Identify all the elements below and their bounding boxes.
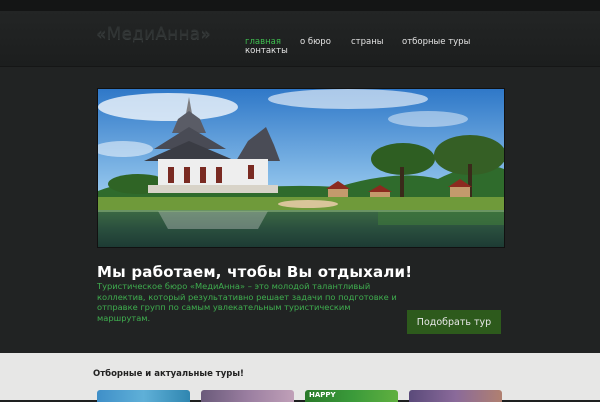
tours-section: Отборные и актуальные туры! HAPPY bbox=[0, 353, 600, 402]
site-header: «МедиАнна» главная о бюро страны отборны… bbox=[0, 11, 600, 67]
find-tour-button[interactable]: Подобрать тур bbox=[407, 310, 501, 334]
nav-item-countries[interactable]: страны bbox=[351, 37, 384, 47]
top-strip bbox=[0, 0, 600, 11]
tour-thumb-beach[interactable] bbox=[97, 390, 190, 402]
nav-item-about[interactable]: о бюро bbox=[300, 37, 331, 47]
main-content: Мы работаем, чтобы Вы отдыхали! Туристич… bbox=[0, 67, 600, 353]
main-nav: главная о бюро страны отборные туры конт… bbox=[0, 11, 600, 66]
tour-thumb-happy[interactable]: HAPPY bbox=[305, 390, 398, 402]
hero-image bbox=[97, 88, 505, 248]
nav-item-tours[interactable]: отборные туры bbox=[402, 37, 470, 47]
tour-thumb-temple[interactable] bbox=[409, 390, 502, 402]
nav-item-contacts[interactable]: контакты bbox=[245, 46, 288, 56]
hero-headline: Мы работаем, чтобы Вы отдыхали! bbox=[97, 263, 413, 281]
tour-thumb-caption: HAPPY bbox=[309, 391, 336, 399]
tours-section-title: Отборные и актуальные туры! bbox=[93, 369, 244, 379]
hero-description: Туристическое бюро «МедиАнна» – это моло… bbox=[97, 281, 397, 323]
tour-thumb-city[interactable] bbox=[201, 390, 294, 402]
